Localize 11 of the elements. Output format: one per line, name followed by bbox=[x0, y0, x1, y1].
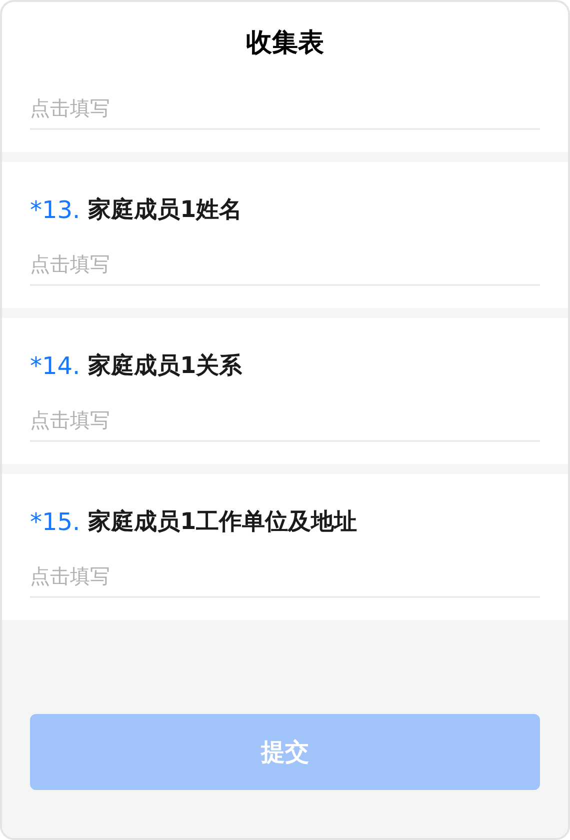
input-field[interactable]: 点击填写 bbox=[30, 88, 540, 130]
question-number: *13. bbox=[30, 195, 80, 226]
input-field[interactable]: 点击填写 bbox=[30, 244, 540, 286]
input-field[interactable]: 点击填写 bbox=[30, 556, 540, 598]
question-number: *15. bbox=[30, 507, 80, 538]
question-number: *14. bbox=[30, 351, 80, 382]
question-label: 家庭成员1工作单位及地址 bbox=[88, 508, 358, 537]
question-label: 家庭成员1关系 bbox=[88, 352, 242, 381]
question-label: 家庭成员1姓名 bbox=[88, 196, 242, 225]
form-title: 收集表 bbox=[245, 27, 325, 59]
input-field[interactable]: 点击填写 bbox=[30, 400, 540, 442]
